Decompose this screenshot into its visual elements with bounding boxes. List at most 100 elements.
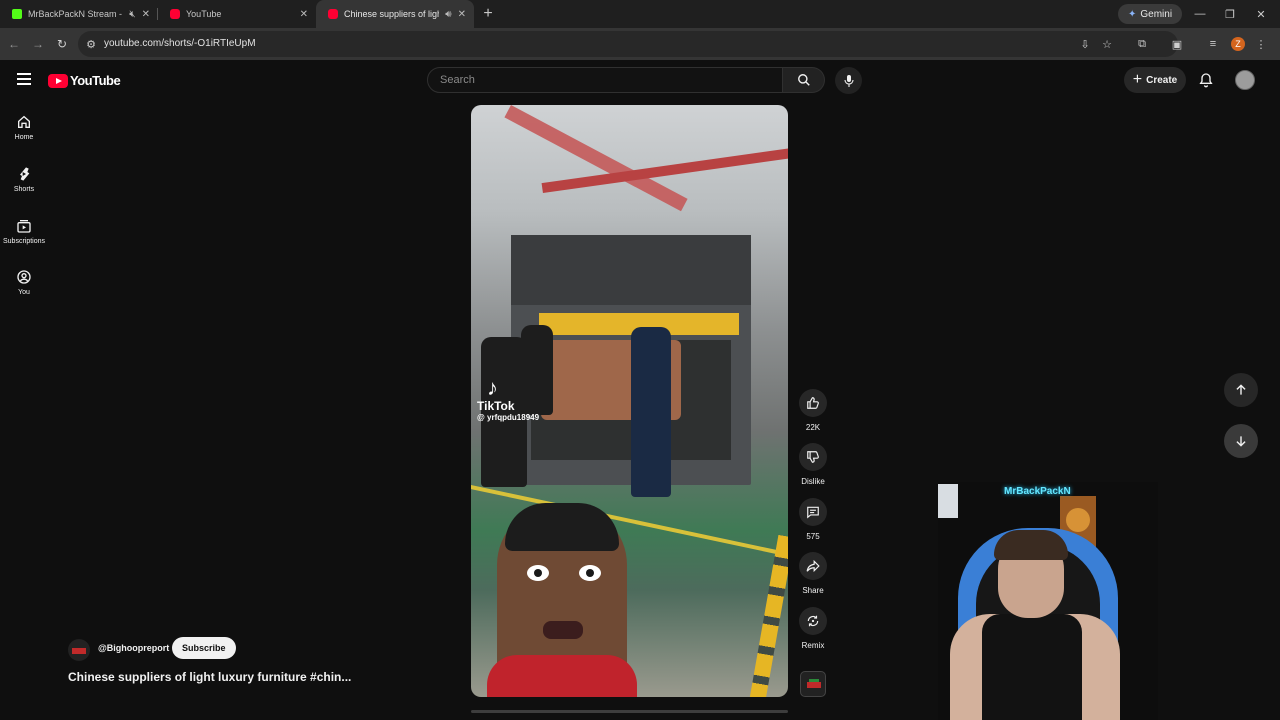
guide-item-shorts[interactable]: Shorts — [0, 166, 48, 193]
tab-title: Chinese suppliers of light lu — [344, 9, 439, 19]
channel-avatar[interactable] — [68, 639, 90, 661]
floor-hazard-stripe — [749, 534, 788, 697]
split-view-icon[interactable]: ▣ — [1170, 37, 1184, 51]
subscribe-button[interactable]: Subscribe — [172, 637, 236, 659]
create-button[interactable]: + Create — [1124, 67, 1186, 93]
share-button[interactable]: Share — [799, 552, 827, 595]
youtube-favicon-icon — [170, 9, 180, 19]
media-controls-icon[interactable]: ≡ — [1206, 37, 1220, 51]
account-avatar[interactable] — [1235, 70, 1255, 90]
comments-button[interactable]: 575 — [799, 498, 827, 541]
gemini-sparkle-icon: ✦ — [1128, 8, 1137, 20]
youtube-wordmark: YouTube — [70, 73, 121, 88]
tiktok-note-icon: ♪ — [487, 375, 498, 400]
tab-shorts-active[interactable]: Chinese suppliers of light lu 🔊︎ ✕ — [316, 0, 474, 28]
video-progress-bar[interactable] — [471, 710, 788, 713]
share-label: Share — [802, 586, 824, 595]
neon-sign: MrBackPackN — [1004, 486, 1071, 497]
tab-youtube[interactable]: YouTube ✕ — [158, 0, 316, 28]
guide-item-subscriptions[interactable]: Subscriptions — [0, 218, 48, 245]
next-short-button[interactable] — [1224, 424, 1258, 458]
subscriptions-icon — [17, 220, 31, 233]
guide-label: Subscriptions — [2, 238, 46, 245]
bookmark-star-icon[interactable]: ☆ — [1100, 37, 1114, 51]
remix-label: Remix — [801, 641, 825, 650]
guide-label: Shorts — [13, 186, 35, 193]
extensions-puzzle-icon[interactable]: ⧉ — [1135, 37, 1149, 51]
tab-title: YouTube — [186, 9, 222, 19]
kick-favicon-icon — [12, 9, 22, 19]
thumbs-up-icon — [807, 397, 819, 409]
search-button[interactable] — [783, 67, 825, 93]
browser-tab-strip: MrBackPackN Stream - Wa 🔇︎ ✕ YouTube ✕ C… — [0, 0, 1280, 28]
browser-profile-avatar[interactable]: Z — [1231, 37, 1245, 51]
guide-item-home[interactable]: Home — [0, 114, 48, 141]
back-arrow-icon[interactable]: ← — [6, 36, 22, 52]
site-info-icon[interactable]: ⚙ — [84, 37, 98, 51]
remix-button[interactable]: Remix — [799, 607, 827, 650]
new-tab-button[interactable]: + — [474, 0, 502, 28]
channel-name[interactable]: @Bighoopreport — [98, 643, 169, 653]
arrow-up-icon — [1236, 384, 1246, 395]
search-input[interactable] — [438, 73, 772, 87]
tab-kick-stream[interactable]: MrBackPackN Stream - Wa 🔇︎ ✕ — [0, 0, 158, 28]
youtube-play-icon — [48, 73, 68, 88]
thumbs-down-icon — [807, 451, 819, 463]
restore-window-icon[interactable]: ❐ — [1215, 0, 1245, 28]
worker-figure — [631, 327, 671, 497]
muted-speaker-icon[interactable]: 🔇︎ — [129, 9, 135, 20]
minimize-window-icon[interactable]: — — [1185, 0, 1215, 28]
close-tab-icon[interactable]: ✕ — [300, 9, 308, 20]
address-bar[interactable]: ⚙ youtube.com/shorts/-O1iRTIeUpM ⇩ ☆ — [78, 31, 1178, 57]
create-label: Create — [1146, 74, 1178, 86]
comment-count: 575 — [806, 532, 820, 541]
arrow-down-icon — [1236, 436, 1246, 447]
reactor-face-overlay — [487, 503, 637, 697]
share-arrow-icon — [806, 559, 820, 573]
search-box — [427, 67, 783, 93]
dislike-label: Dislike — [801, 477, 825, 486]
close-tab-icon[interactable]: ✕ — [458, 9, 466, 20]
home-icon — [18, 115, 30, 128]
gemini-button[interactable]: ✦ Gemini — [1118, 4, 1183, 24]
tiktok-watermark: ♪ TikTok @ yrfqpdu18949 — [477, 375, 540, 423]
youtube-masthead: YouTube + Create — [0, 60, 1280, 100]
you-icon — [17, 270, 31, 284]
streamer-webcam-overlay: MrBackPackN — [938, 482, 1158, 720]
notifications-bell-icon[interactable] — [1198, 72, 1214, 88]
like-button[interactable]: 22K — [799, 389, 827, 432]
dislike-button[interactable]: Dislike — [799, 443, 827, 486]
tiktok-username: @ yrfqpdu18949 — [477, 413, 540, 422]
comment-icon — [807, 506, 819, 519]
reload-icon[interactable]: ↻ — [54, 36, 70, 52]
guide-label: Home — [14, 134, 34, 141]
forward-arrow-icon[interactable]: → — [30, 36, 46, 52]
guide-item-you[interactable]: You — [0, 269, 48, 296]
remix-icon — [807, 615, 819, 627]
guide-label: You — [18, 289, 30, 296]
browser-menu-icon[interactable]: ⋮ — [1254, 37, 1268, 51]
shorts-video-player[interactable]: ♪ TikTok @ yrfqpdu18949 — [471, 105, 788, 697]
youtube-logo[interactable]: YouTube — [48, 73, 121, 88]
youtube-favicon-icon — [328, 9, 338, 19]
shorts-icon — [20, 167, 30, 181]
microphone-icon — [843, 74, 854, 87]
wall-poster — [938, 484, 958, 518]
plus-icon: + — [1132, 71, 1143, 88]
ceiling-pipe — [504, 105, 688, 212]
gemini-label: Gemini — [1140, 8, 1173, 20]
channel-thumbnail[interactable] — [800, 671, 826, 697]
close-tab-icon[interactable]: ✕ — [142, 9, 150, 20]
hamburger-menu-icon[interactable] — [17, 73, 31, 88]
voice-search-button[interactable] — [835, 67, 862, 94]
install-app-icon[interactable]: ⇩ — [1078, 37, 1092, 51]
close-window-icon[interactable]: ✕ — [1246, 0, 1276, 28]
search-icon — [797, 74, 810, 86]
speaker-icon[interactable]: 🔊︎ — [445, 9, 451, 20]
like-count: 22K — [805, 423, 821, 432]
short-title[interactable]: Chinese suppliers of light luxury furnit… — [68, 670, 351, 684]
tiktok-brand: TikTok — [477, 399, 515, 413]
url-text[interactable]: youtube.com/shorts/-O1iRTIeUpM — [104, 38, 256, 49]
tab-title: MrBackPackN Stream - Wa — [28, 9, 123, 19]
previous-short-button[interactable] — [1224, 373, 1258, 407]
